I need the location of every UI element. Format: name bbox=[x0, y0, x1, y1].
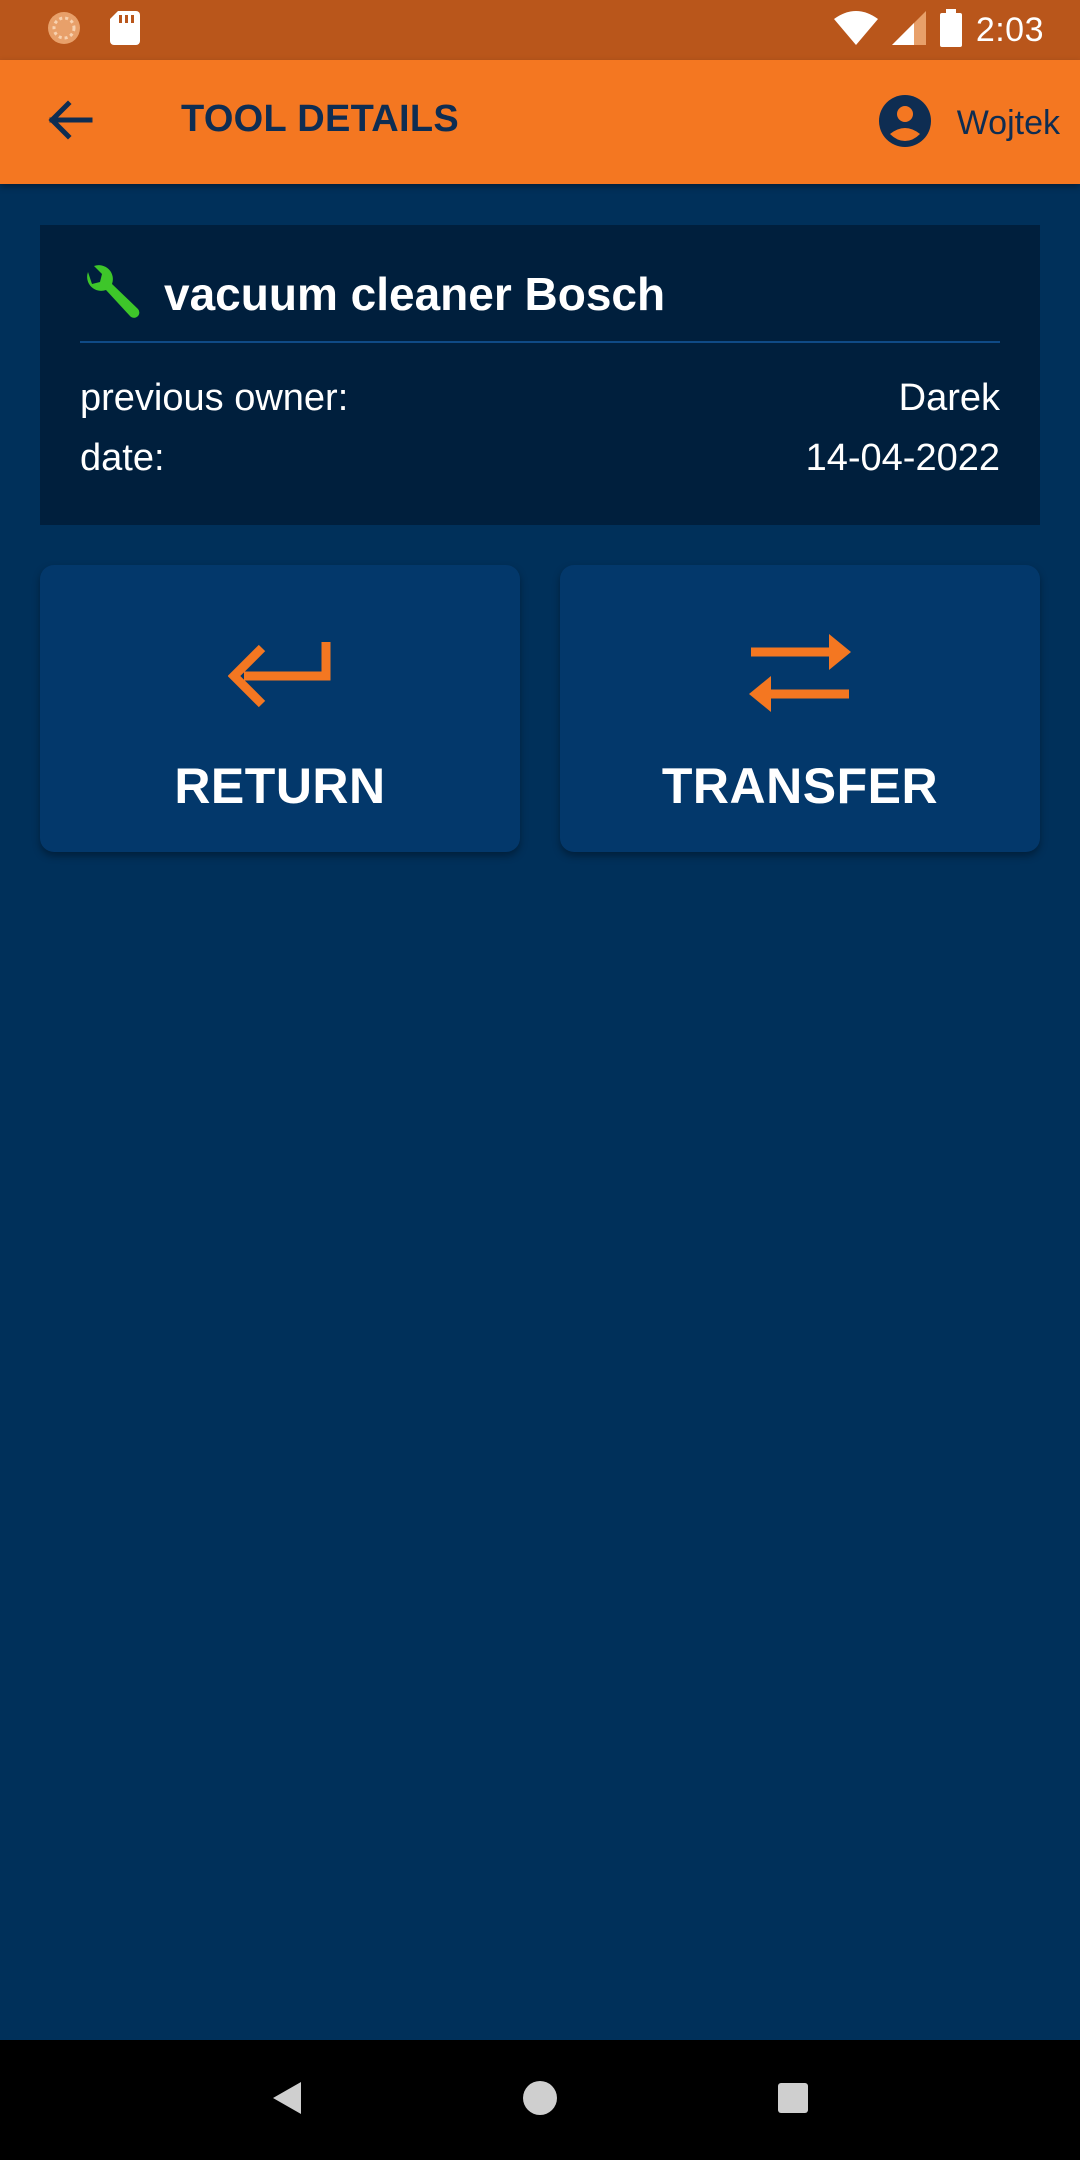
date-value: 14-04-2022 bbox=[805, 437, 1000, 479]
signal-icon bbox=[891, 10, 926, 50]
back-button[interactable] bbox=[40, 94, 100, 150]
status-time: 2:03 bbox=[975, 10, 1044, 49]
battery-icon bbox=[939, 8, 962, 52]
wifi-icon bbox=[833, 10, 878, 50]
nav-recents-button[interactable] bbox=[763, 2070, 823, 2130]
return-arrow-icon bbox=[227, 638, 332, 713]
tool-name: vacuum cleaner Bosch bbox=[164, 268, 666, 320]
previous-owner-label: previous owner: bbox=[80, 377, 349, 419]
app-notification-icon bbox=[46, 10, 82, 51]
back-triangle-icon bbox=[271, 2080, 303, 2121]
status-right: 2:03 bbox=[833, 8, 1044, 52]
swap-arrows-icon bbox=[747, 630, 853, 721]
date-row: date: 14-04-2022 bbox=[80, 437, 1000, 480]
date-label: date: bbox=[80, 437, 165, 479]
nav-home-button[interactable] bbox=[510, 2070, 570, 2130]
account-circle-icon bbox=[878, 94, 931, 152]
tool-details-card: vacuum cleaner Bosch previous owner: Dar… bbox=[40, 225, 1040, 525]
user-profile[interactable]: Wojtek bbox=[878, 94, 1060, 152]
previous-owner-value: Darek bbox=[898, 377, 1000, 419]
user-name: Wojtek bbox=[956, 103, 1060, 142]
status-left bbox=[46, 10, 140, 51]
return-icon-wrap bbox=[40, 625, 520, 725]
recents-square-icon bbox=[777, 2082, 809, 2119]
page-title: TOOL DETAILS bbox=[181, 98, 460, 140]
return-button[interactable]: RETURN bbox=[40, 565, 520, 852]
transfer-icon-wrap bbox=[560, 625, 1040, 725]
home-circle-icon bbox=[522, 2080, 558, 2121]
app-bar: TOOL DETAILS Wojtek bbox=[0, 60, 1080, 184]
tool-header: vacuum cleaner Bosch bbox=[80, 263, 1000, 343]
sd-card-icon bbox=[110, 10, 140, 50]
system-nav-bar bbox=[0, 2040, 1080, 2160]
transfer-button-label: TRANSFER bbox=[661, 758, 939, 814]
status-bar: 2:03 bbox=[0, 0, 1080, 60]
return-button-label: RETURN bbox=[174, 758, 386, 814]
arrow-back-icon bbox=[46, 99, 94, 145]
wrench-icon bbox=[80, 262, 142, 329]
transfer-button[interactable]: TRANSFER bbox=[560, 565, 1040, 852]
previous-owner-row: previous owner: Darek bbox=[80, 377, 1000, 420]
nav-back-button[interactable] bbox=[257, 2070, 317, 2130]
